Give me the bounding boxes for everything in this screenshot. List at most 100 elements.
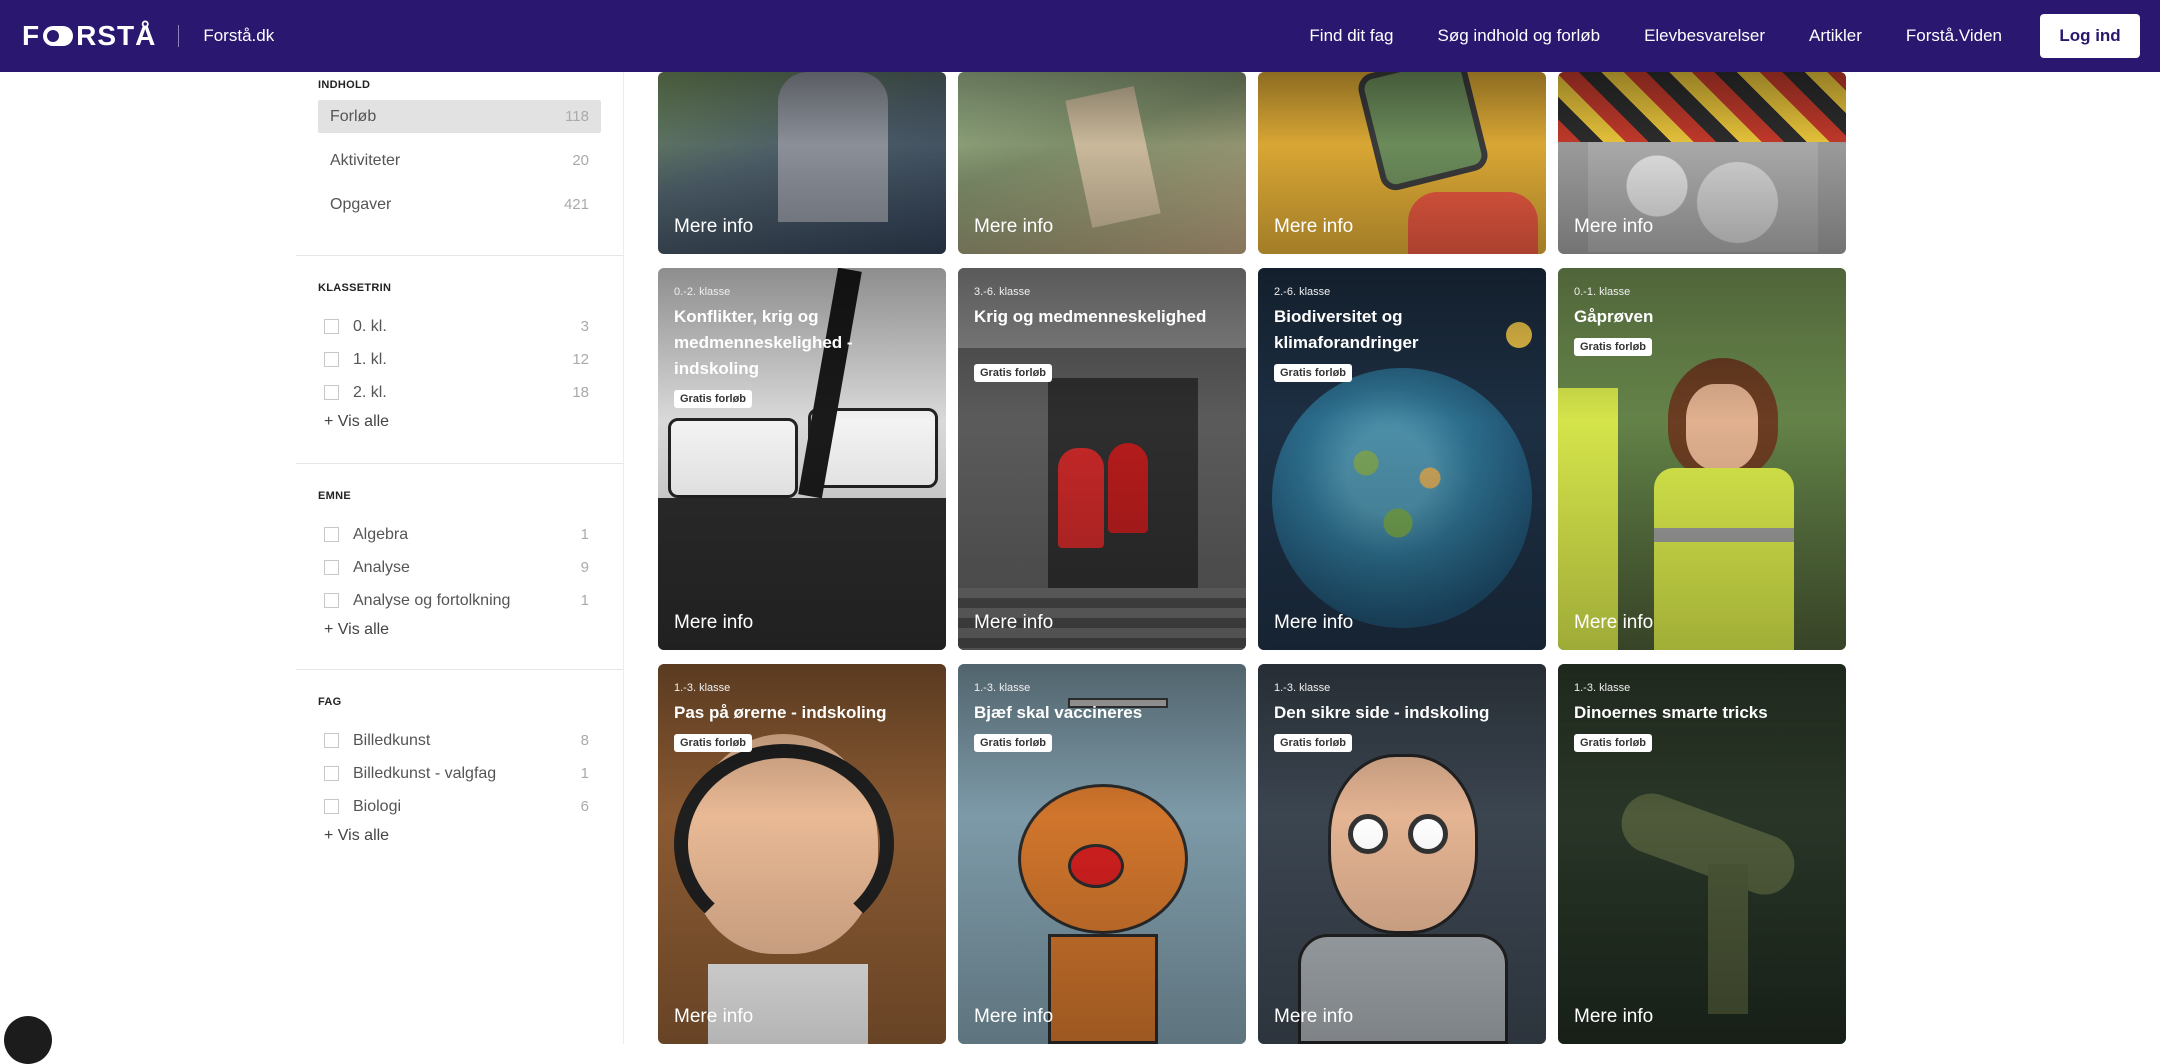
checkbox-2-kl[interactable]: 2. kl. 18 xyxy=(318,376,601,409)
checkbox-label: Analyse xyxy=(353,558,410,576)
checkbox[interactable] xyxy=(324,733,339,748)
course-title: Krig og medmenneskelighed xyxy=(974,307,1207,326)
course-card[interactable]: 1.-3. klasse Den sikre side - indskoling… xyxy=(1258,664,1546,1044)
free-course-badge: Gratis forløb xyxy=(1574,338,1653,356)
filter-section-fag: FAG Billedkunst 8 Billedkunst - valgfag 1 … xyxy=(296,670,623,849)
filter-label: Opgaver xyxy=(330,195,392,213)
free-course-badge: Gratis forløb xyxy=(974,734,1053,752)
checkbox-label: Analyse og fortolkning xyxy=(353,591,511,609)
logo-divider xyxy=(178,25,180,47)
section-title: INDHOLD xyxy=(318,79,371,91)
checkbox[interactable] xyxy=(324,766,339,781)
more-info-link[interactable]: Mere info xyxy=(974,216,1053,238)
more-info-link[interactable]: Mere info xyxy=(1274,612,1353,634)
more-info-link[interactable]: Mere info xyxy=(674,1006,753,1028)
free-course-badge: Gratis forløb xyxy=(1274,734,1353,752)
more-info-link[interactable]: Mere info xyxy=(674,612,753,634)
show-all-klassetrin[interactable]: + Vis alle xyxy=(318,409,601,435)
checkbox-label: 0. kl. xyxy=(353,317,387,335)
course-card[interactable]: 0.-1. klasse Gåprøven Gratis forløb Mere… xyxy=(1558,268,1846,650)
checkbox-analyse[interactable]: Analyse 9 xyxy=(318,551,601,584)
checkbox-label: Billedkunst xyxy=(353,731,431,749)
filter-count: 6 xyxy=(580,798,589,815)
checkbox[interactable] xyxy=(324,527,339,542)
checkbox-analyse-og-fortolkning[interactable]: Analyse og fortolkning 1 xyxy=(318,584,601,617)
filter-section-emne: EMNE Algebra 1 Analyse 9 Analyse og fortol… xyxy=(296,464,623,670)
course-card[interactable]: 1.-3. klasse Bjæf skal vaccineres Gratis… xyxy=(958,664,1246,1044)
more-info-link[interactable]: Mere info xyxy=(1574,612,1653,634)
grade-level: 1.-3. klasse xyxy=(1274,682,1331,694)
forsta-logo[interactable]: F RSTÅ xyxy=(22,20,156,52)
free-course-badge: Gratis forløb xyxy=(674,390,753,408)
more-info-link[interactable]: Mere info xyxy=(674,216,753,238)
course-card[interactable]: Mere info xyxy=(958,72,1246,254)
checkbox-label: 1. kl. xyxy=(353,350,387,368)
course-title: Dinoernes smarte tricks xyxy=(1574,703,1768,722)
more-info-link[interactable]: Mere info xyxy=(1274,1006,1353,1028)
more-info-link[interactable]: Mere info xyxy=(974,1006,1053,1028)
filter-count: 18 xyxy=(572,384,589,401)
free-course-badge: Gratis forløb xyxy=(974,364,1053,382)
filter-count: 3 xyxy=(580,318,589,335)
grade-level: 0.-2. klasse xyxy=(674,286,731,298)
free-course-badge: Gratis forløb xyxy=(1274,364,1353,382)
grade-level: 3.-6. klasse xyxy=(974,286,1031,298)
course-card[interactable]: 1.-3. klasse Dinoernes smarte tricks Gra… xyxy=(1558,664,1846,1044)
nav-forsta-viden[interactable]: Forstå.Viden xyxy=(1906,26,2002,46)
checkbox-1-kl[interactable]: 1. kl. 12 xyxy=(318,343,601,376)
filter-count: 20 xyxy=(572,152,589,169)
chat-widget-button[interactable] xyxy=(4,1016,52,1064)
filter-label: Aktiviteter xyxy=(330,151,401,169)
show-all-emne[interactable]: + Vis alle xyxy=(318,617,601,643)
checkbox-label: Biologi xyxy=(353,797,402,815)
checkbox-biologi[interactable]: Biologi 6 xyxy=(318,790,601,823)
more-info-link[interactable]: Mere info xyxy=(1574,1006,1653,1028)
checkbox-billedkunst-valgfag[interactable]: Billedkunst - valgfag 1 xyxy=(318,757,601,790)
course-title: Den sikre side - indskoling xyxy=(1274,703,1490,722)
course-card[interactable]: 3.-6. klasse Krig og medmenneskelighed G… xyxy=(958,268,1246,650)
checkbox-algebra[interactable]: Algebra 1 xyxy=(318,518,601,551)
grade-level: 1.-3. klasse xyxy=(974,682,1031,694)
checkbox[interactable] xyxy=(324,319,339,334)
logo-toggle-icon xyxy=(43,26,74,46)
course-card[interactable]: 2.-6. klasse Biodiversitet og klimaforan… xyxy=(1258,268,1546,650)
course-title: Pas på ørerne - indskoling xyxy=(674,703,887,722)
checkbox-billedkunst[interactable]: Billedkunst 8 xyxy=(318,724,601,757)
checkbox[interactable] xyxy=(324,352,339,367)
show-all-fag[interactable]: + Vis alle xyxy=(318,823,601,849)
checkbox[interactable] xyxy=(324,593,339,608)
course-title: Bjæf skal vaccineres xyxy=(974,703,1143,722)
checkbox[interactable] xyxy=(324,799,339,814)
filter-section-indhold: INDHOLD Forløb 118 Aktiviteter 20 Opgave… xyxy=(296,70,623,256)
course-card[interactable]: 1.-3. klasse Pas på ørerne - indskoling … xyxy=(658,664,946,1044)
login-button[interactable]: Log ind xyxy=(2040,14,2140,58)
filter-forlob[interactable]: Forløb 118 xyxy=(318,100,601,133)
course-card[interactable]: Mere info xyxy=(658,72,946,254)
more-info-link[interactable]: Mere info xyxy=(974,612,1053,634)
filter-section-klassetrin: KLASSETRIN 0. kl. 3 1. kl. 12 2. kl. 18 + V… xyxy=(296,256,623,464)
course-card[interactable]: Mere info xyxy=(1258,72,1546,254)
filter-aktiviteter[interactable]: Aktiviteter 20 xyxy=(318,144,601,177)
checkbox[interactable] xyxy=(324,385,339,400)
filter-count: 8 xyxy=(580,732,589,749)
course-card[interactable]: Mere info xyxy=(1558,72,1846,254)
site-link[interactable]: Forstå.dk xyxy=(203,26,274,46)
checkbox-label: Billedkunst - valgfag xyxy=(353,764,497,782)
filter-sidebar: INDHOLD Forløb 118 Aktiviteter 20 Opgave… xyxy=(296,72,624,1044)
more-info-link[interactable]: Mere info xyxy=(1274,216,1353,238)
free-course-badge: Gratis forløb xyxy=(674,734,753,752)
filter-count: 1 xyxy=(580,765,589,782)
filter-count: 1 xyxy=(580,592,589,609)
filter-label: Forløb xyxy=(330,107,377,125)
filter-count: 12 xyxy=(572,351,589,368)
filter-opgaver[interactable]: Opgaver 421 xyxy=(318,188,601,221)
more-info-link[interactable]: Mere info xyxy=(1574,216,1653,238)
free-course-badge: Gratis forløb xyxy=(1574,734,1653,752)
checkbox[interactable] xyxy=(324,560,339,575)
checkbox-0-kl[interactable]: 0. kl. 3 xyxy=(318,310,601,343)
course-card[interactable]: 0.-2. klasse Konflikter, krig og medmenn… xyxy=(658,268,946,650)
section-title: EMNE xyxy=(318,490,351,502)
course-grid: Mere info Mere info Mere info Mere info … xyxy=(658,0,1858,1044)
filter-count: 118 xyxy=(565,108,589,125)
course-title: Biodiversitet og klimaforandringer xyxy=(1274,307,1419,352)
